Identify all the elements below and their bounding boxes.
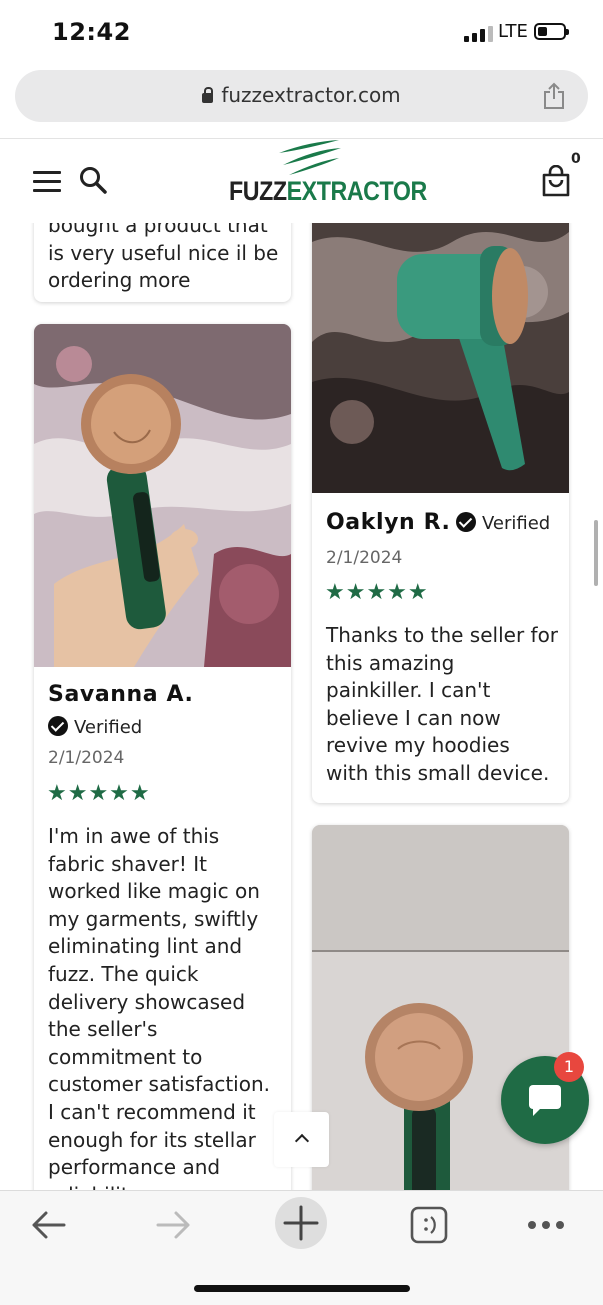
review-card: bought a product that is very useful nic…	[34, 222, 291, 302]
tabs-icon[interactable]	[407, 1203, 451, 1247]
star-rating: ★★★★★	[325, 580, 429, 605]
review-text-line: enough for its stellar	[48, 1127, 256, 1152]
review-text-line: painkiller. I can't	[326, 678, 491, 703]
site-logo[interactable]: FUZZEXTRACTOR	[229, 139, 427, 211]
site-header: FUZZEXTRACTOR 0	[0, 138, 603, 223]
shopping-bag-icon[interactable]	[540, 165, 572, 197]
review-text-line: the seller's	[48, 1017, 158, 1042]
review-text-line: with this small device.	[326, 761, 550, 785]
verified-badge: Verified	[48, 716, 142, 738]
review-text-line: delivery showcased	[48, 989, 246, 1014]
check-circle-icon	[48, 716, 68, 736]
review-text-line: I can't recommend it	[48, 1100, 256, 1124]
review-photo[interactable]	[312, 222, 569, 493]
new-tab-button[interactable]	[275, 1197, 327, 1249]
back-to-top-button[interactable]	[274, 1112, 329, 1167]
browser-toolbar	[0, 1190, 603, 1305]
review-text-line: is very useful nice il be	[48, 240, 279, 265]
home-indicator	[194, 1285, 410, 1292]
reviewer-name: Oaklyn R.	[326, 510, 451, 535]
review-date: 2/1/2024	[326, 548, 403, 568]
address-bar[interactable]: fuzzextractor.com	[15, 70, 588, 122]
review-text-line: ordering more	[48, 268, 191, 293]
network-type: LTE	[498, 21, 528, 42]
scrollbar[interactable]	[594, 520, 598, 586]
review-text-line: performance and	[48, 1155, 221, 1180]
review-text-line: revive my hoodies	[326, 733, 510, 758]
review-text-line: my garments, swiftly	[48, 906, 259, 931]
review-text-line: reliability.	[48, 1182, 144, 1190]
reviewer-name: Savanna A.	[48, 682, 194, 707]
review-text-line: Thanks to the seller for	[326, 623, 559, 647]
review-card: Oaklyn R. Verified 2/1/2024 ★★★★★ Thanks…	[312, 222, 569, 803]
hamburger-menu-icon[interactable]	[33, 171, 61, 193]
review-card: Savanna A. Verified 2/1/2024 ★★★★★ I'm i…	[34, 324, 291, 1190]
review-text-line: this amazing	[326, 650, 455, 675]
more-options-icon[interactable]	[524, 1203, 568, 1247]
status-time: 12:42	[52, 18, 131, 46]
check-circle-icon	[456, 512, 476, 532]
cart-count-badge: 0	[571, 151, 581, 167]
back-arrow-icon[interactable]	[26, 1203, 70, 1247]
product-photo-image	[34, 324, 291, 667]
logo-swoosh-icon	[279, 140, 341, 175]
battery-icon	[534, 23, 569, 40]
review-text-line: fuzz. The quick	[48, 962, 199, 986]
chevron-up-icon	[294, 1133, 310, 1149]
url-text: fuzzextractor.com	[221, 83, 401, 107]
logo-wordmark: FUZZEXTRACTOR	[229, 176, 427, 206]
reviews-masonry: bought a product that is very useful nic…	[0, 222, 603, 1190]
search-icon[interactable]	[78, 165, 108, 195]
review-text-partial: bought a product that	[48, 222, 268, 237]
lock-icon	[202, 87, 214, 103]
chat-bubble-icon	[529, 1085, 561, 1116]
url-display[interactable]: fuzzextractor.com	[15, 83, 588, 107]
forward-arrow-icon[interactable]	[152, 1203, 196, 1247]
review-text-line: worked like magic on	[48, 879, 260, 904]
review-text-line: eliminating lint and	[48, 934, 243, 959]
review-text-line: customer satisfaction.	[48, 1072, 270, 1097]
status-bar: 12:42 LTE	[0, 0, 603, 64]
product-photo-image	[312, 222, 569, 493]
review-text-line: I'm in awe of this	[48, 824, 220, 848]
review-text-line: fabric shaver! It	[48, 851, 207, 876]
review-date: 2/1/2024	[48, 748, 125, 768]
chat-unread-badge: 1	[554, 1052, 584, 1082]
review-text-line: believe I can now	[326, 705, 501, 730]
share-icon[interactable]	[542, 82, 566, 110]
plus-icon	[283, 1205, 319, 1241]
star-rating: ★★★★★	[47, 781, 151, 806]
verified-badge: Verified	[456, 512, 550, 534]
review-text-line: commitment to	[48, 1044, 203, 1069]
review-photo[interactable]	[34, 324, 291, 667]
signal-icon	[464, 26, 493, 42]
